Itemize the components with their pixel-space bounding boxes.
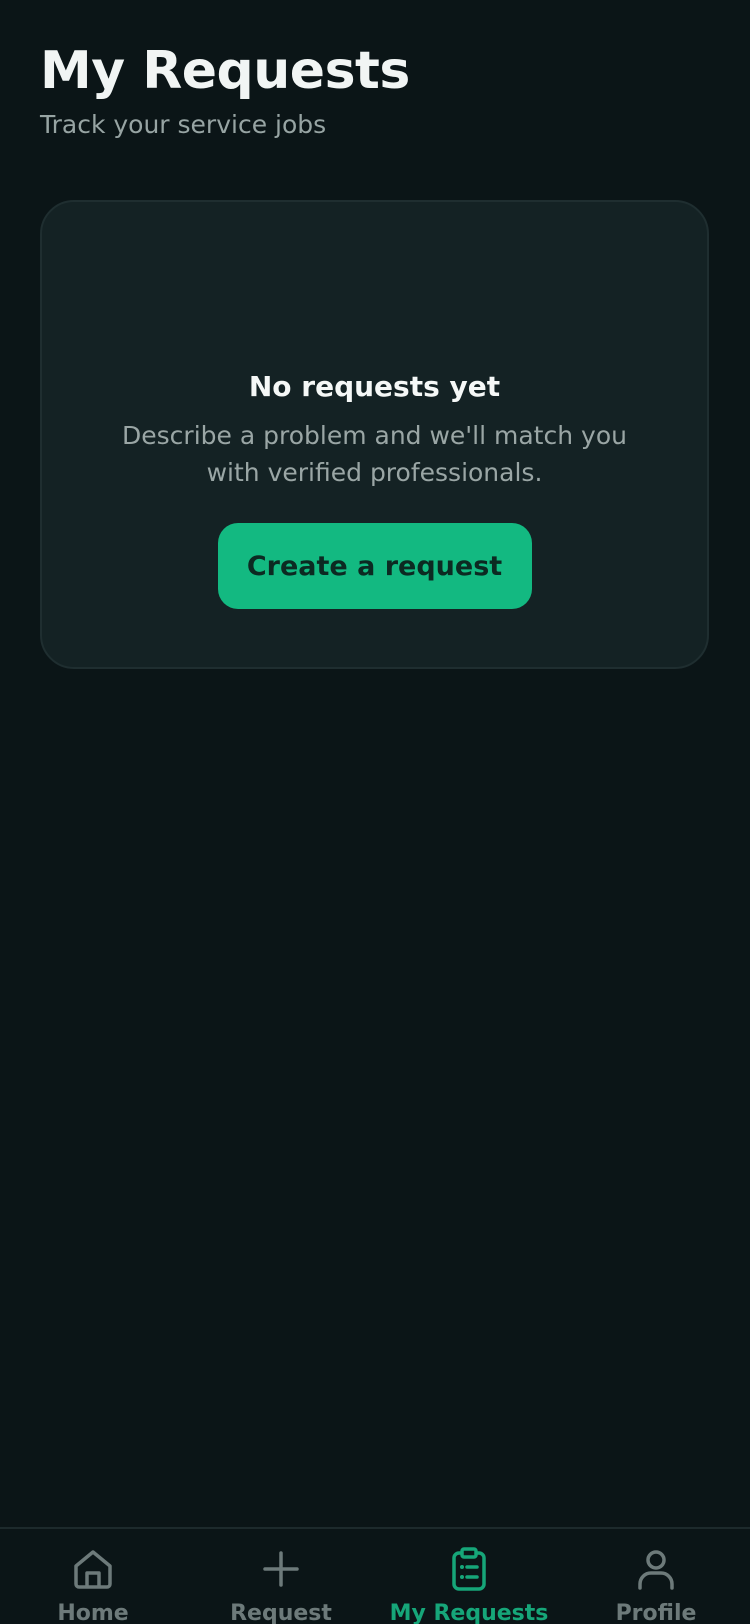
nav-label-request: Request <box>230 1601 332 1624</box>
create-request-button[interactable]: Create a request <box>217 523 532 609</box>
nav-item-profile[interactable]: Profile <box>566 1545 746 1624</box>
page-header: My Requests Track your service jobs <box>40 36 410 139</box>
my-requests-screen: My Requests Track your service jobs No r… <box>0 0 750 1624</box>
nav-item-request[interactable]: Request <box>191 1545 371 1624</box>
empty-state-card: No requests yet Describe a problem and w… <box>40 200 709 669</box>
nav-label-profile: Profile <box>615 1601 697 1624</box>
nav-label-my-requests: My Requests <box>389 1601 549 1624</box>
page-title: My Requests <box>40 41 410 101</box>
clipboard-list-icon <box>452 1547 486 1591</box>
page-subtitle: Track your service jobs <box>40 110 327 139</box>
home-icon <box>74 1550 112 1589</box>
empty-state-description: Describe a problem and we'll match you w… <box>122 421 627 487</box>
nav-label-home: Home <box>57 1601 129 1624</box>
plus-icon <box>263 1551 299 1587</box>
empty-state-title: No requests yet <box>248 370 501 403</box>
bottom-nav: Home Request My Requests Profile <box>0 1527 750 1624</box>
user-icon <box>638 1550 674 1590</box>
nav-item-home[interactable]: Home <box>3 1545 183 1624</box>
nav-item-my-requests[interactable]: My Requests <box>379 1545 559 1624</box>
